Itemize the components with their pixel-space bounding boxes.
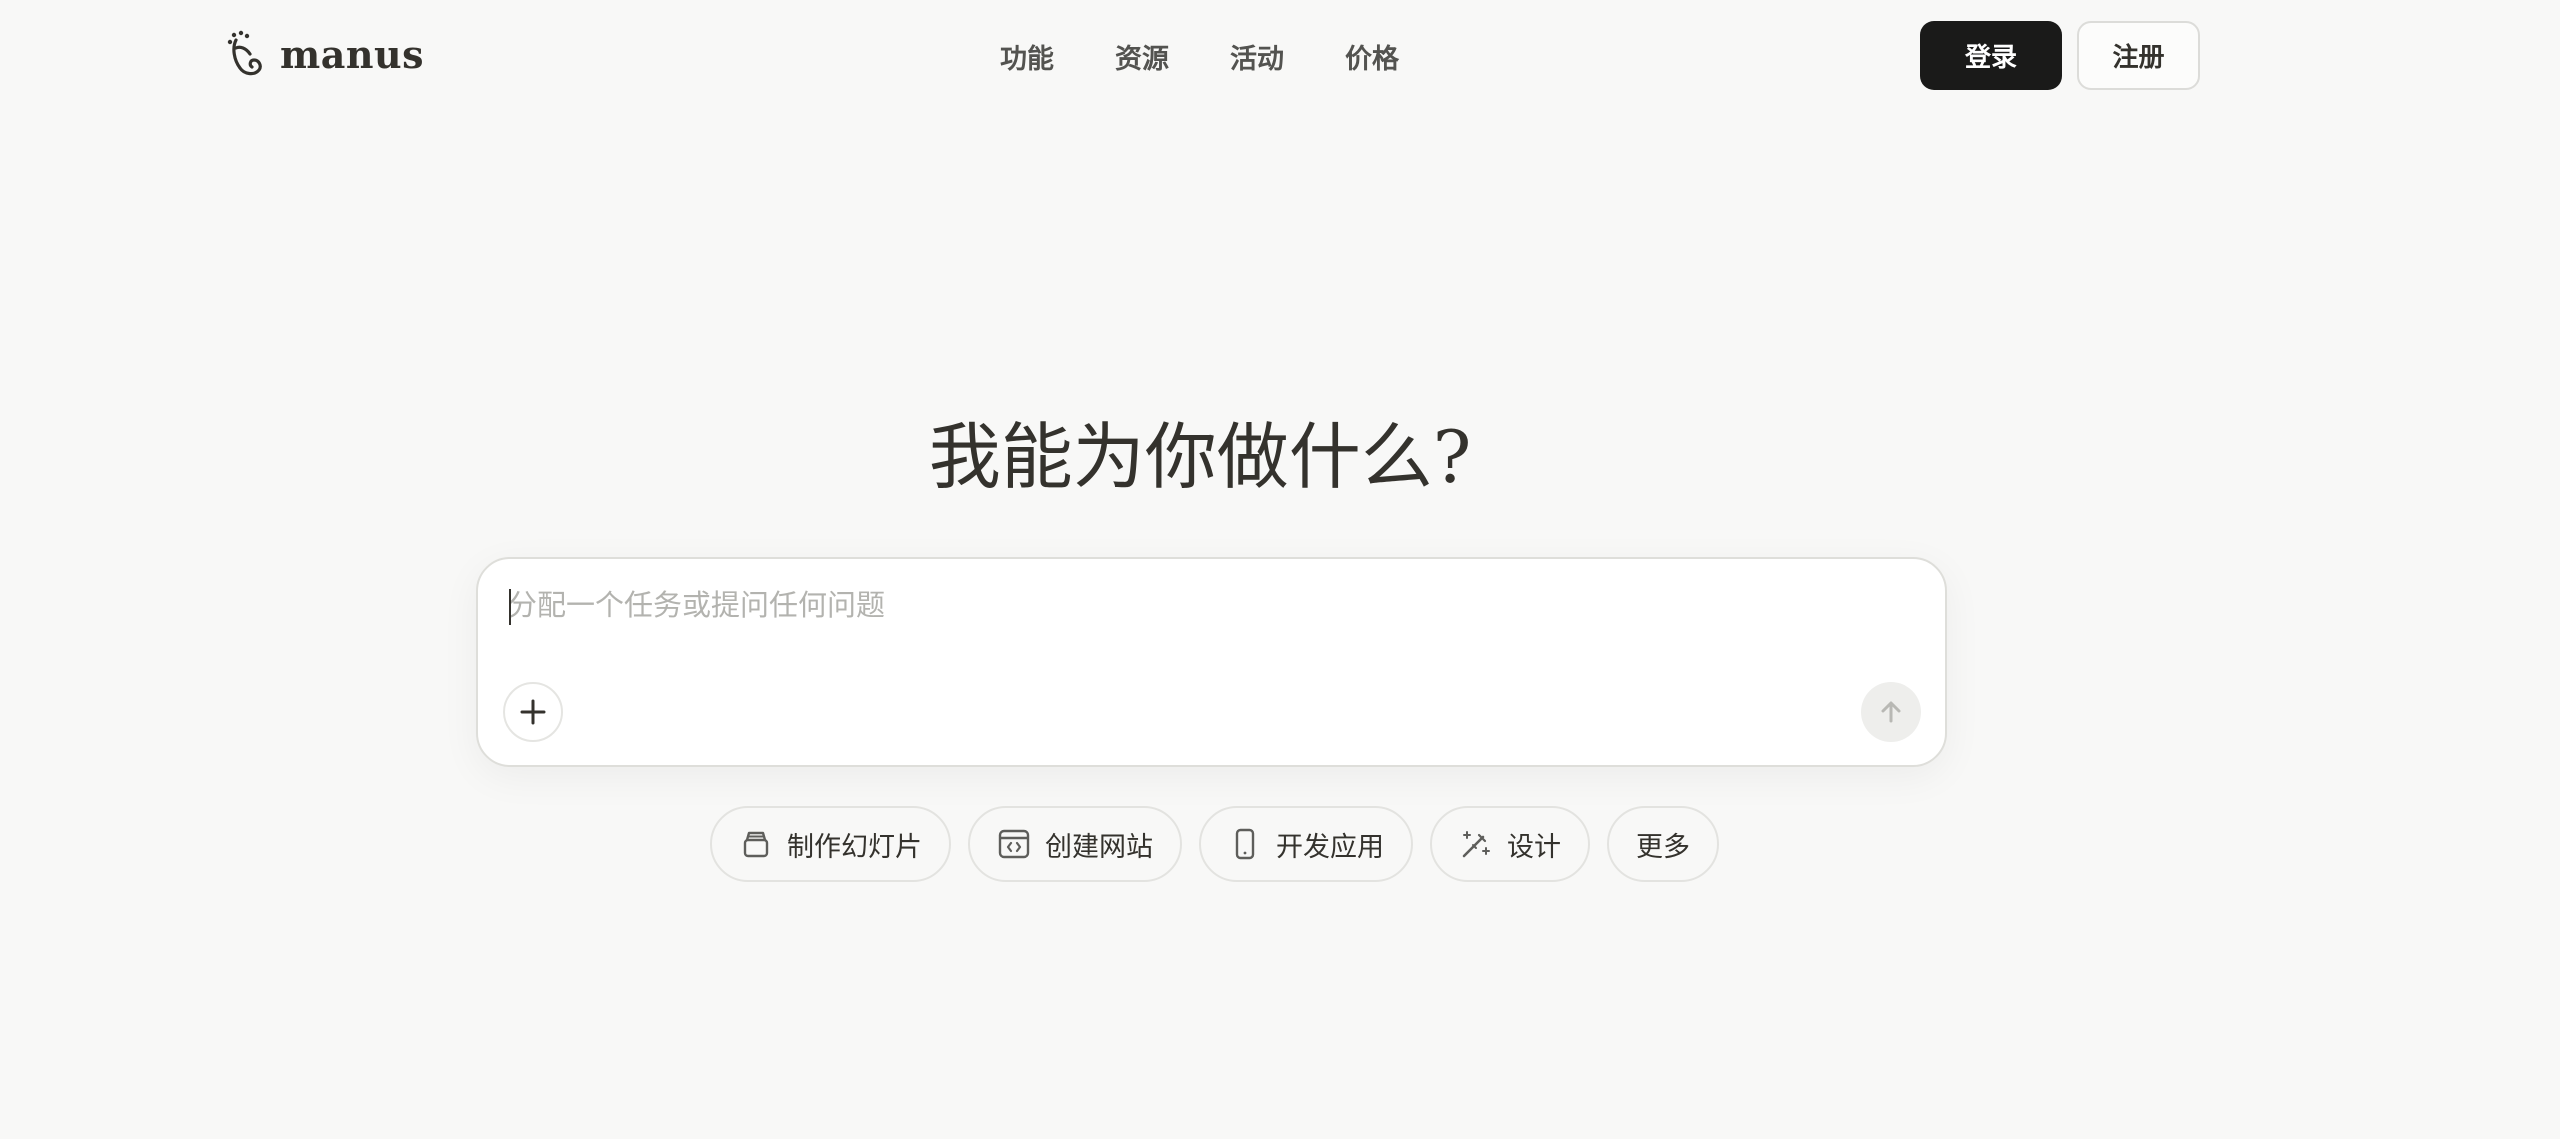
nav-item-features[interactable]: 功能 bbox=[1000, 37, 1054, 76]
chip-label: 设计 bbox=[1507, 831, 1561, 863]
chip-create-website[interactable]: 创建网站 bbox=[968, 806, 1182, 882]
quick-actions: 制作幻灯片 创建网站 开发应用 设计 更多 bbox=[710, 806, 1719, 882]
arrow-up-icon bbox=[1881, 701, 1901, 723]
page: manus 功能 资源 活动 价格 登录 注册 我能为你做什么? 分配一个任务或… bbox=[0, 0, 2560, 1139]
task-input[interactable] bbox=[508, 585, 1908, 645]
text-caret bbox=[509, 589, 511, 625]
chip-design[interactable]: 设计 bbox=[1430, 806, 1590, 882]
page-title: 我能为你做什么? bbox=[928, 415, 1472, 499]
header: manus 功能 资源 活动 价格 登录 注册 bbox=[0, 0, 2560, 110]
task-composer bbox=[476, 557, 1947, 767]
logo[interactable]: manus bbox=[226, 28, 424, 80]
chip-label: 创建网站 bbox=[1045, 831, 1153, 863]
chip-more[interactable]: 更多 bbox=[1607, 806, 1719, 882]
nav-item-resources[interactable]: 资源 bbox=[1115, 37, 1169, 76]
register-button[interactable]: 注册 bbox=[2077, 21, 2200, 90]
magic-wand-icon bbox=[1462, 831, 1490, 858]
manus-logo-icon bbox=[227, 30, 262, 76]
chip-label: 更多 bbox=[1636, 831, 1690, 863]
chip-label: 开发应用 bbox=[1276, 831, 1384, 863]
slides-icon bbox=[743, 831, 769, 858]
smartphone-icon bbox=[1235, 828, 1255, 860]
nav-item-events[interactable]: 活动 bbox=[1230, 37, 1284, 76]
nav-item-pricing[interactable]: 价格 bbox=[1345, 37, 1399, 76]
send-button[interactable] bbox=[1861, 682, 1921, 742]
chip-label: 制作幻灯片 bbox=[787, 831, 922, 863]
logo-text: manus bbox=[280, 31, 424, 77]
plus-icon bbox=[520, 699, 546, 725]
add-attachment-button[interactable] bbox=[503, 682, 563, 742]
chip-make-slides[interactable]: 制作幻灯片 bbox=[710, 806, 951, 882]
chip-develop-app[interactable]: 开发应用 bbox=[1199, 806, 1413, 882]
main-nav: 功能 资源 活动 价格 bbox=[1000, 34, 1399, 78]
login-button[interactable]: 登录 bbox=[1920, 21, 2062, 90]
browser-code-icon bbox=[998, 829, 1030, 859]
